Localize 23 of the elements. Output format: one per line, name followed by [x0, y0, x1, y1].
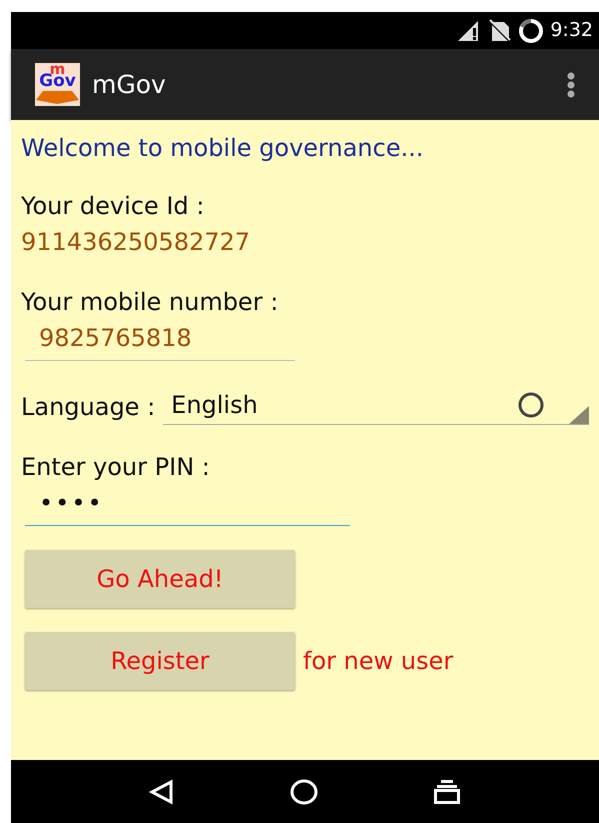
dropdown-arrow-icon [569, 406, 589, 424]
home-icon[interactable] [290, 778, 318, 804]
language-dropdown[interactable]: English [163, 385, 589, 425]
device-id-value: 911436250582727 [21, 227, 252, 258]
go-ahead-button[interactable]: Go Ahead! [25, 550, 295, 608]
app-logo: m Gov [35, 63, 80, 106]
no-sim-icon [488, 18, 512, 42]
language-label: Language : [21, 392, 156, 423]
welcome-text: Welcome to mobile governance... [21, 133, 424, 164]
new-user-text: for new user [303, 646, 454, 677]
recent-apps-icon[interactable] [433, 778, 462, 804]
mobile-number-label: Your mobile number : [21, 287, 280, 318]
overflow-menu-icon[interactable] [567, 72, 575, 98]
mobile-number-field[interactable]: 9825765818 [25, 320, 295, 361]
device-id-label: Your device Id : [21, 191, 206, 222]
register-button[interactable]: Register [25, 632, 295, 690]
radio-circle-icon [517, 390, 545, 418]
back-icon[interactable] [148, 778, 175, 804]
app-title: mGov [92, 68, 166, 101]
battery-ring-icon [518, 18, 544, 44]
pin-field[interactable]: •••• [25, 485, 350, 526]
clock-time: 9:32 [550, 18, 593, 44]
pin-label: Enter your PIN : [21, 452, 211, 483]
